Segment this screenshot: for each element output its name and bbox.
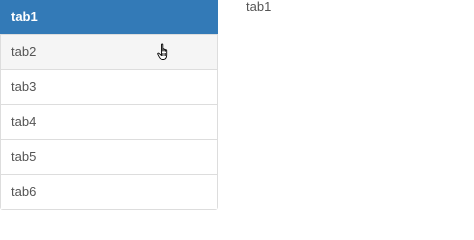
tab-2-label: tab2 [11,44,37,59]
tab-3[interactable]: tab3 [1,69,217,104]
pointer-hand-icon [157,43,168,60]
tab-list: tab1 tab2 tab3 tab4 tab5 tab6 [0,0,218,210]
tab-2[interactable]: tab2 [1,34,217,69]
tab-1[interactable]: tab1 [0,0,218,34]
tab-content: tab1 [246,0,272,14]
tab-6[interactable]: tab6 [1,174,217,209]
tab-5[interactable]: tab5 [1,139,217,174]
tab-4[interactable]: tab4 [1,104,217,139]
